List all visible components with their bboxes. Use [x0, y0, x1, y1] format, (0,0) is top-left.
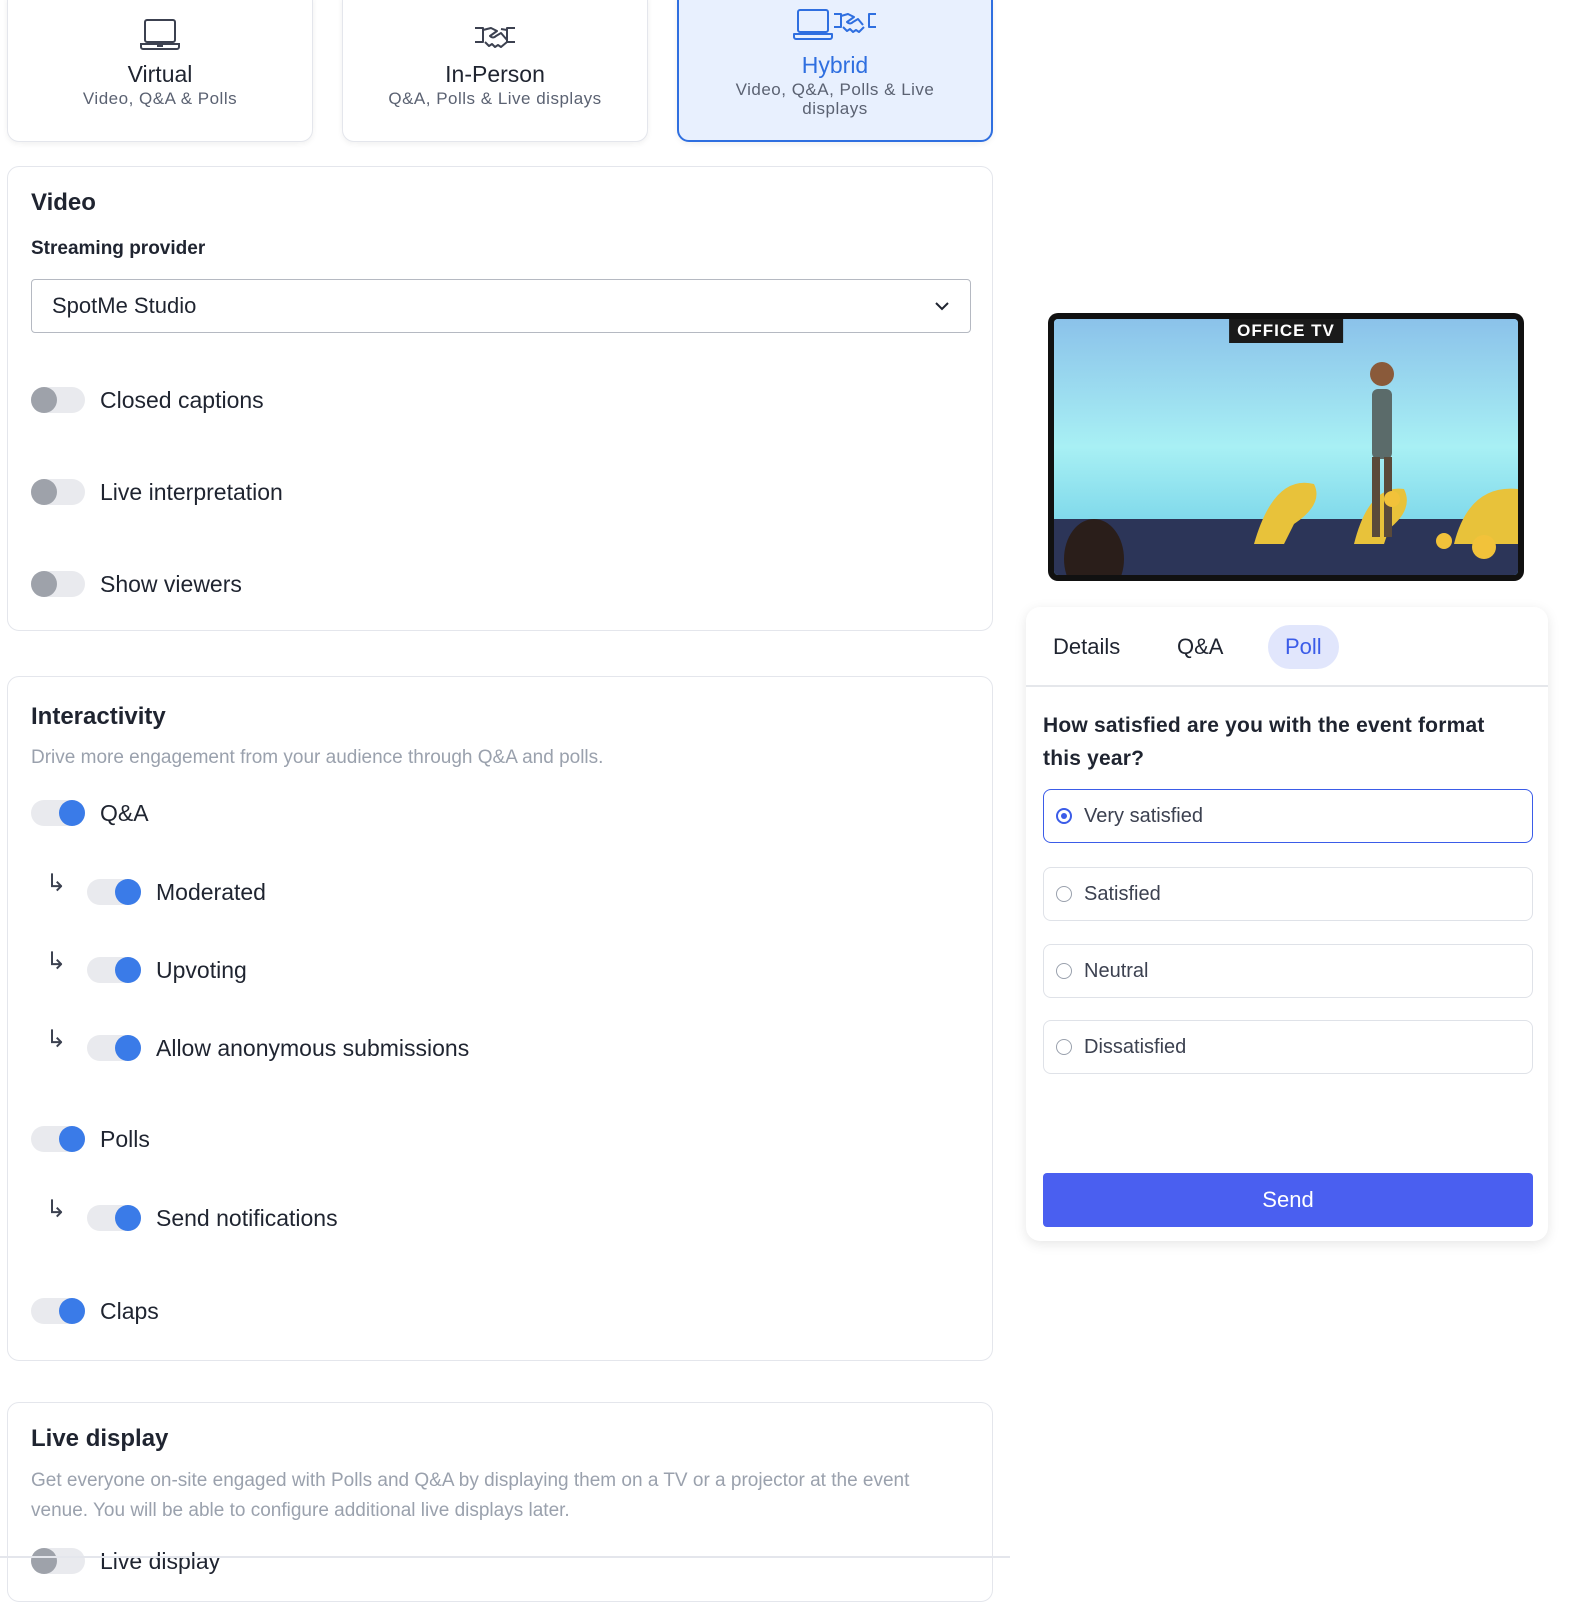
sub-item-arrow-icon: ↳ [45, 1196, 67, 1223]
radio-selected-icon [1056, 808, 1072, 824]
preview-tabs: Details Q&A Poll [1026, 607, 1548, 687]
poll-option[interactable]: Very satisfied [1043, 789, 1533, 843]
claps-row: Claps [31, 1296, 159, 1326]
format-subtitle: Video, Q&A, Polls & Live displays [735, 80, 935, 118]
claps-label: Claps [100, 1297, 159, 1324]
show-viewers-toggle[interactable] [31, 571, 85, 597]
poll-option[interactable]: Neutral [1043, 944, 1533, 998]
format-card-virtual[interactable]: Virtual Video, Q&A & Polls [7, 0, 313, 142]
radio-icon [1056, 886, 1072, 902]
poll-option[interactable]: Satisfied [1043, 867, 1533, 921]
format-title: Virtual [127, 61, 193, 87]
poll-question: How satisfied are you with the event for… [1043, 714, 1485, 770]
streaming-provider-value: SpotMe Studio [52, 293, 197, 318]
moderated-toggle[interactable] [87, 879, 141, 905]
format-subtitle: Video, Q&A & Polls [82, 89, 238, 108]
tab-poll[interactable]: Poll [1268, 625, 1339, 669]
notifications-label: Send notifications [156, 1204, 338, 1231]
notifications-toggle[interactable] [87, 1205, 141, 1231]
poll-option-label: Dissatisfied [1084, 1035, 1187, 1058]
polls-toggle[interactable] [31, 1126, 85, 1152]
radio-icon [1056, 963, 1072, 979]
poll-preview-card: Details Q&A Poll How satisfied are you w… [1026, 607, 1548, 1241]
anonymous-label: Allow anonymous submissions [156, 1034, 470, 1061]
show-viewers-label: Show viewers [100, 570, 242, 597]
format-subtitle: Q&A, Polls & Live displays [388, 89, 602, 108]
anonymous-toggle[interactable] [87, 1035, 141, 1061]
tab-qa[interactable]: Q&A [1160, 625, 1240, 669]
upvoting-toggle[interactable] [87, 957, 141, 983]
section-description: Get everyone on-site engaged with Polls … [31, 1470, 910, 1521]
radio-icon [1056, 1039, 1072, 1055]
streaming-provider-label: Streaming provider [31, 238, 206, 259]
poll-option-label: Very satisfied [1084, 804, 1203, 827]
moderated-label: Moderated [156, 878, 266, 905]
laptop-handshake-icon [679, 8, 991, 44]
notifications-row: Send notifications [87, 1203, 338, 1233]
section-title: Video [31, 189, 96, 216]
qa-toggle[interactable] [31, 800, 85, 826]
closed-captions-label: Closed captions [100, 386, 264, 413]
moderated-row: Moderated [87, 877, 266, 907]
sub-item-arrow-icon: ↳ [45, 870, 67, 897]
format-title: Hybrid [801, 52, 869, 78]
sub-item-arrow-icon: ↳ [45, 948, 67, 975]
polls-row: Polls [31, 1124, 150, 1154]
poll-option-label: Satisfied [1084, 882, 1161, 905]
divider [0, 1556, 1010, 1558]
format-card-in-person[interactable]: In-Person Q&A, Polls & Live displays [342, 0, 648, 142]
chevron-down-icon [935, 302, 949, 311]
send-button[interactable]: Send [1043, 1173, 1533, 1227]
qa-row: Q&A [31, 798, 149, 828]
live-display-panel: Live display Get everyone on-site engage… [7, 1402, 993, 1602]
poll-option-label: Neutral [1084, 959, 1149, 982]
tv-preview: OFFICE TV [1048, 313, 1524, 581]
stage-video-image: OFFICE TV [1054, 319, 1518, 575]
section-description: Drive more engagement from your audience… [31, 747, 604, 768]
live-display-toggle[interactable] [31, 1548, 85, 1574]
format-title: In-Person [445, 61, 545, 87]
upvoting-label: Upvoting [156, 956, 247, 983]
claps-toggle[interactable] [31, 1298, 85, 1324]
interactivity-panel: Interactivity Drive more engagement from… [7, 676, 993, 1361]
laptop-icon [8, 17, 312, 53]
section-title: Interactivity [31, 703, 166, 730]
tab-details[interactable]: Details [1036, 625, 1137, 669]
streaming-provider-select[interactable]: SpotMe Studio [31, 279, 971, 333]
stage-scene-icon [1054, 319, 1518, 575]
format-card-hybrid[interactable]: Hybrid Video, Q&A, Polls & Live displays [677, 0, 993, 142]
polls-label: Polls [100, 1125, 150, 1152]
live-interpretation-label: Live interpretation [100, 478, 283, 505]
sub-item-arrow-icon: ↳ [45, 1026, 67, 1053]
poll-option[interactable]: Dissatisfied [1043, 1020, 1533, 1074]
live-display-label: Live display [100, 1547, 221, 1574]
closed-captions-toggle[interactable] [31, 387, 85, 413]
upvoting-row: Upvoting [87, 955, 247, 985]
live-interpretation-toggle[interactable] [31, 479, 85, 505]
live-display-row: Live display [31, 1546, 220, 1576]
closed-captions-row: Closed captions [31, 385, 264, 415]
anonymous-row: Allow anonymous submissions [87, 1033, 469, 1063]
tv-label: OFFICE TV [1229, 319, 1343, 343]
video-panel: Video Streaming provider SpotMe Studio C… [7, 166, 993, 631]
section-title: Live display [31, 1425, 169, 1452]
live-interpretation-row: Live interpretation [31, 477, 283, 507]
handshake-icon [343, 23, 647, 51]
show-viewers-row: Show viewers [31, 569, 242, 599]
qa-label: Q&A [100, 799, 149, 826]
